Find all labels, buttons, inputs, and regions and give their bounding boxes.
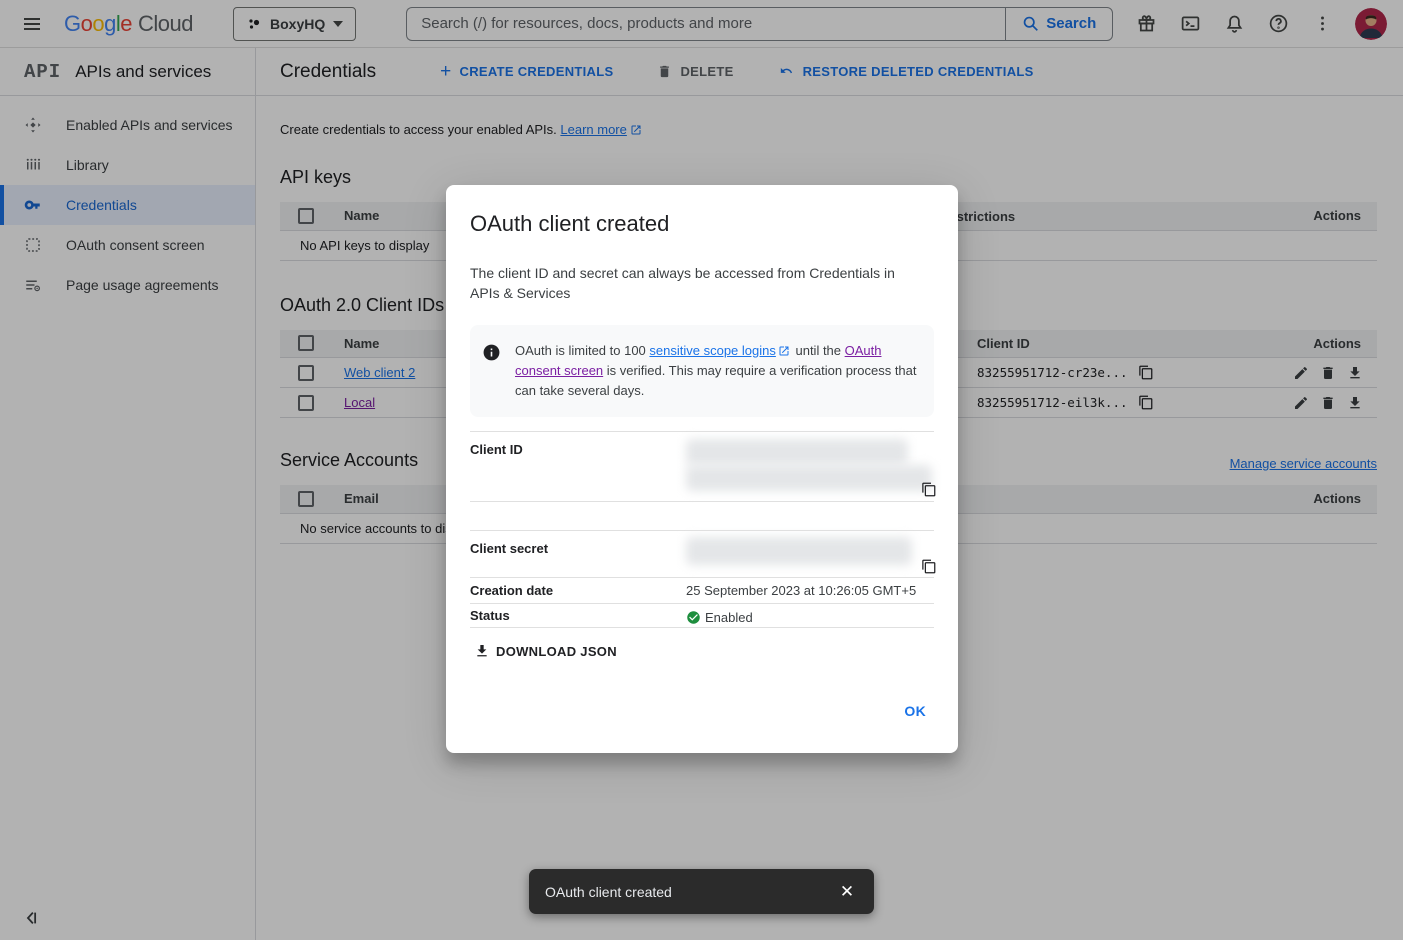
notice-text: OAuth is limited to 100 sensitive scope …	[515, 341, 920, 401]
dialog-description: The client ID and secret can always be a…	[470, 263, 910, 303]
creation-date-value: 25 September 2023 at 10:26:05 GMT+5	[686, 578, 934, 603]
dialog-title: OAuth client created	[470, 211, 934, 237]
creation-date-row: Creation date 25 September 2023 at 10:26…	[470, 578, 934, 604]
notice-text-before: OAuth is limited to 100	[515, 343, 649, 358]
creation-date-label: Creation date	[470, 578, 686, 603]
snackbar: OAuth client created ✕	[529, 869, 874, 914]
status-value: Enabled	[705, 610, 753, 625]
redacted-client-secret	[686, 537, 912, 565]
download-icon	[474, 643, 490, 659]
client-id-label: Client ID	[470, 432, 686, 501]
client-id-row: Client ID	[470, 432, 934, 502]
close-icon[interactable]: ✕	[832, 877, 862, 907]
oauth-limit-notice: OAuth is limited to 100 sensitive scope …	[470, 325, 934, 417]
spacer-row	[470, 502, 934, 531]
google-cloud-console: Google Cloud BoxyHQ Search	[0, 0, 1403, 940]
ok-button[interactable]: OK	[890, 695, 940, 727]
copy-icon[interactable]	[921, 559, 936, 574]
snackbar-message: OAuth client created	[545, 884, 832, 900]
redacted-client-id	[686, 465, 932, 491]
status-label: Status	[470, 604, 686, 627]
external-link-icon	[778, 345, 790, 357]
notice-text-middle: until the	[792, 343, 845, 358]
download-json-button[interactable]: DOWNLOAD JSON	[470, 637, 621, 665]
download-json-label: DOWNLOAD JSON	[496, 644, 617, 659]
copy-icon[interactable]	[921, 482, 936, 497]
redacted-client-id	[686, 439, 908, 465]
client-secret-row: Client secret	[470, 531, 934, 578]
check-circle-icon	[686, 610, 701, 625]
oauth-client-created-dialog: OAuth client created The client ID and s…	[446, 185, 958, 753]
info-icon	[482, 343, 501, 362]
client-details: Client ID Client secret	[470, 431, 934, 628]
status-row: Status Enabled	[470, 604, 934, 628]
sensitive-scope-logins-link[interactable]: sensitive scope logins	[649, 343, 775, 358]
client-secret-label: Client secret	[470, 531, 686, 577]
